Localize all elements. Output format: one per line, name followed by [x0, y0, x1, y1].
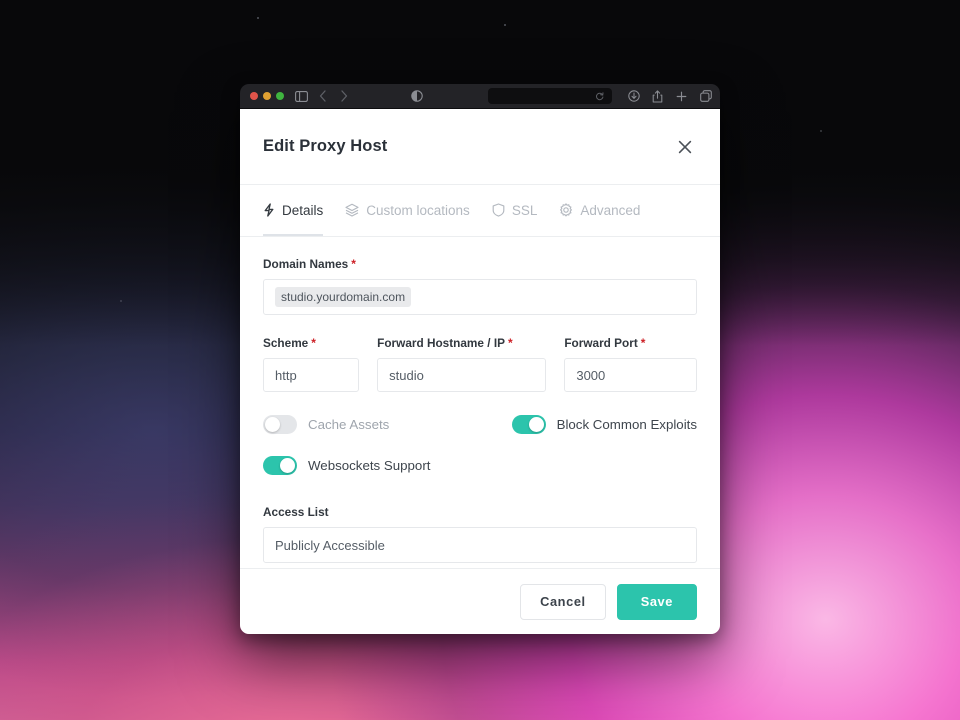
shield-icon: [492, 203, 505, 217]
wallpaper-speck: [257, 17, 259, 19]
block-common-exploits-toggle[interactable]: Block Common Exploits: [511, 415, 697, 434]
required-asterisk: *: [507, 336, 513, 350]
browser-window: Edit Proxy Host Details Custom locations…: [240, 84, 720, 634]
desktop-background: Edit Proxy Host Details Custom locations…: [0, 0, 960, 720]
cache-assets-switch[interactable]: [263, 415, 297, 434]
websockets-support-label: Websockets Support: [308, 458, 431, 473]
required-asterisk: *: [640, 336, 646, 350]
tab-details-label: Details: [282, 202, 324, 218]
forward-hostname-label: Forward Hostname / IP *: [377, 336, 513, 350]
wallpaper-speck: [820, 130, 822, 132]
address-bar[interactable]: [488, 88, 612, 104]
access-list-label: Access List: [263, 505, 329, 519]
edit-proxy-host-modal: Edit Proxy Host Details Custom locations…: [240, 109, 720, 634]
forward-port-input[interactable]: 3000: [564, 358, 698, 392]
modal-footer: Cancel Save: [240, 568, 720, 634]
tab-ssl[interactable]: SSL: [492, 185, 538, 236]
scheme-field-group: Scheme * http: [263, 336, 360, 392]
toggle-row-primary: Cache Assets Block Common Exploits: [263, 415, 697, 434]
scheme-value: http: [275, 367, 297, 383]
switch-knob: [280, 458, 295, 473]
domain-names-input[interactable]: studio.yourdomain.com: [263, 279, 697, 315]
sidebar-icon[interactable]: [294, 89, 309, 104]
switch-knob: [265, 417, 280, 432]
toggle-row-websockets: Websockets Support: [263, 456, 697, 475]
tab-custom-locations[interactable]: Custom locations: [345, 185, 470, 236]
forward-hostname-value: studio: [389, 367, 424, 383]
tab-ssl-label: SSL: [511, 202, 538, 218]
bolt-icon: [263, 203, 275, 217]
forward-hostname-input[interactable]: studio: [377, 358, 547, 392]
zoom-window-button[interactable]: [276, 92, 284, 100]
scheme-select[interactable]: http: [263, 358, 360, 392]
block-common-exploits-switch[interactable]: [511, 415, 546, 434]
layers-icon: [345, 203, 359, 217]
back-icon[interactable]: [315, 89, 330, 104]
page-title: Edit Proxy Host: [263, 137, 388, 155]
websockets-support-toggle[interactable]: Websockets Support: [263, 456, 430, 475]
wallpaper-speck: [504, 24, 506, 26]
half-circle-contrast-icon[interactable]: [409, 89, 424, 104]
access-list-select[interactable]: Publicly Accessible: [263, 527, 697, 563]
close-window-button[interactable]: [250, 92, 258, 100]
plus-icon[interactable]: [674, 89, 689, 104]
forward-port-value: 3000: [576, 367, 606, 383]
tab-advanced[interactable]: Advanced: [559, 185, 640, 236]
wallpaper-speck: [120, 300, 122, 302]
websockets-support-switch[interactable]: [263, 456, 297, 475]
close-icon[interactable]: [672, 134, 698, 160]
modal-header: Edit Proxy Host: [240, 109, 720, 185]
access-list-field-group: Access List Publicly Accessible: [263, 505, 697, 563]
forward-hostname-field-group: Forward Hostname / IP * studio: [377, 336, 547, 392]
switch-knob: [528, 417, 544, 432]
cancel-button[interactable]: Cancel: [520, 583, 606, 620]
share-icon[interactable]: [650, 89, 665, 104]
required-asterisk: *: [351, 257, 356, 271]
tab-custom-locations-label: Custom locations: [366, 202, 470, 218]
block-common-exploits-label: Block Common Exploits: [556, 417, 697, 432]
forward-settings-row: Scheme * http Forward Hostname / IP * st…: [263, 336, 698, 392]
required-asterisk: *: [311, 336, 316, 350]
scheme-label: Scheme *: [263, 336, 316, 350]
browser-toolbar-actions: [624, 89, 713, 104]
reload-icon[interactable]: [592, 89, 607, 104]
domain-names-label: Domain Names *: [263, 257, 356, 271]
forward-port-field-group: Forward Port * 3000: [564, 336, 698, 392]
minimize-window-button[interactable]: [263, 92, 271, 100]
domain-tag[interactable]: studio.yourdomain.com: [275, 287, 412, 307]
window-traffic-lights: [247, 92, 284, 100]
access-list-value: Publicly Accessible: [275, 537, 385, 553]
cache-assets-label: Cache Assets: [308, 417, 390, 432]
tab-details[interactable]: Details: [263, 185, 324, 236]
tab-advanced-label: Advanced: [580, 202, 641, 218]
forward-icon[interactable]: [336, 89, 351, 104]
download-icon[interactable]: [626, 89, 641, 104]
cache-assets-toggle[interactable]: Cache Assets: [263, 415, 389, 434]
tab-overview-icon[interactable]: [698, 89, 713, 104]
save-button[interactable]: Save: [616, 583, 697, 620]
modal-body: Domain Names * studio.yourdomain.com Sch…: [240, 237, 720, 568]
domain-names-field-group: Domain Names * studio.yourdomain.com: [263, 257, 697, 315]
modal-tab-bar: Details Custom locations SSL Advanced: [240, 185, 720, 237]
gear-icon: [559, 203, 573, 217]
browser-toolbar: [240, 84, 720, 109]
forward-port-label: Forward Port *: [564, 336, 646, 350]
